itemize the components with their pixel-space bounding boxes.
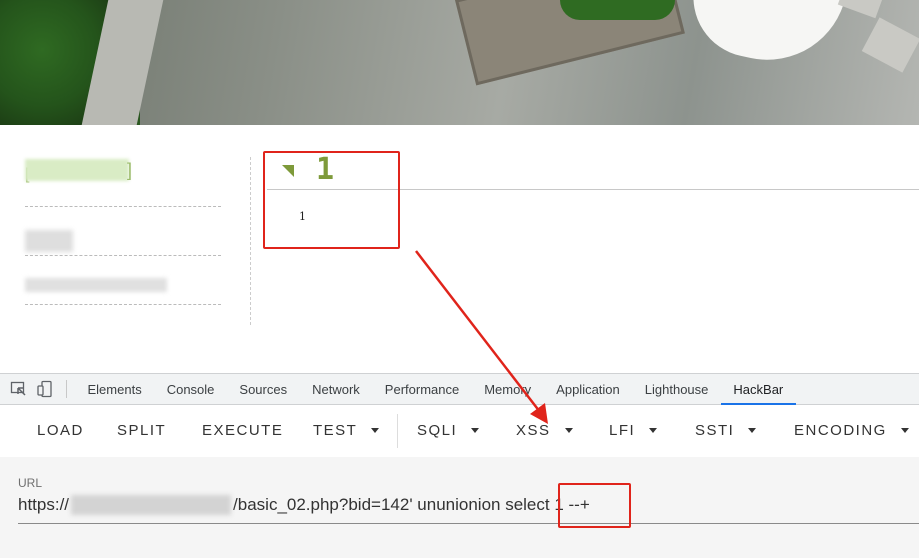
annotation-arrow [415,250,548,424]
